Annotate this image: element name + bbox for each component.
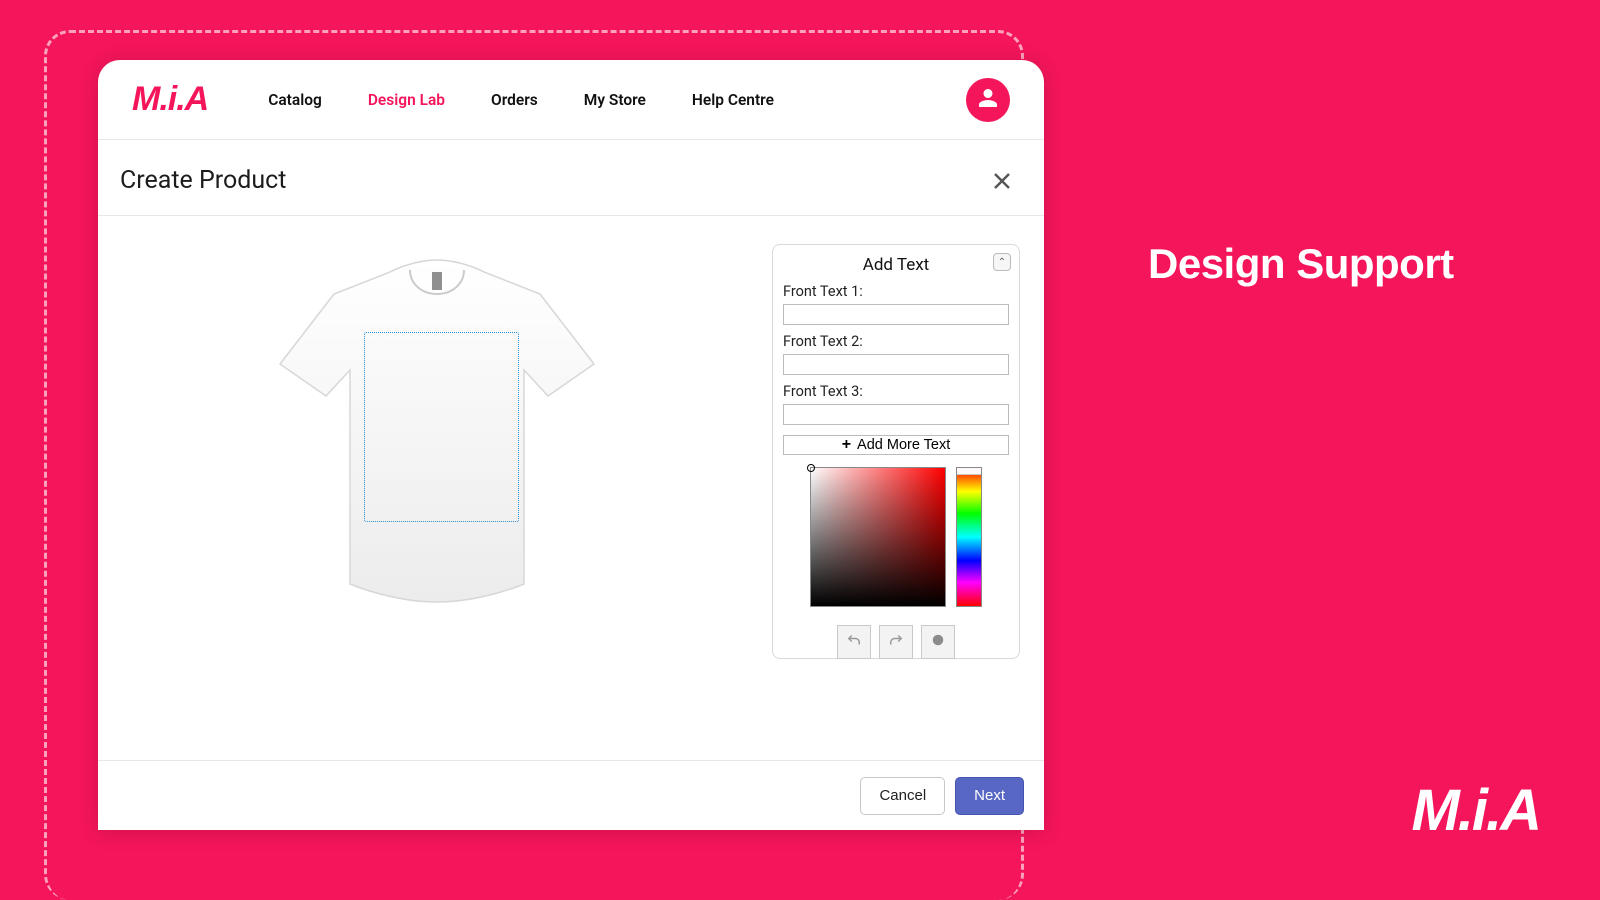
color-hue-slider[interactable] [956,467,982,607]
close-button[interactable] [990,169,1014,193]
redo-icon [887,631,905,653]
marketing-footer-logo: M.i.A [1411,777,1540,844]
chevron-up-icon: ⌃ [998,257,1006,268]
front-text-3-input[interactable] [783,404,1009,425]
redo-button[interactable] [879,625,913,659]
stage: M.i.A Catalog Design Lab Orders My Store… [0,0,1600,900]
front-text-2-input[interactable] [783,354,1009,375]
add-more-text-button[interactable]: + Add More Text [783,435,1009,455]
modal-footer: Cancel Next [98,760,1044,830]
add-text-panel: Add Text ⌃ Front Text 1: Front Text 2: F… [772,244,1020,659]
close-icon [990,178,1014,197]
modal-header: Create Product [98,140,1044,216]
front-text-1-label: Front Text 1: [783,283,1009,300]
undo-icon [845,631,863,653]
panel-collapse-button[interactable]: ⌃ [993,253,1011,271]
main-nav: Catalog Design Lab Orders My Store Help … [268,91,774,109]
front-text-1-input[interactable] [783,304,1009,325]
next-button[interactable]: Next [955,777,1024,815]
product-canvas[interactable] [122,244,752,760]
panel-title: Add Text [863,255,929,275]
front-text-3-label: Front Text 3: [783,383,1009,400]
nav-item-catalog[interactable]: Catalog [268,91,322,109]
nav-item-design-lab[interactable]: Design Lab [368,91,445,109]
plus-icon: + [842,436,851,454]
user-icon [977,87,999,113]
color-picker [783,467,1009,607]
page-title: Create Product [120,166,286,195]
workspace: Add Text ⌃ Front Text 1: Front Text 2: F… [98,216,1044,760]
brand-logo[interactable]: M.i.A [132,80,208,119]
account-button[interactable] [966,78,1010,122]
topbar: M.i.A Catalog Design Lab Orders My Store… [98,60,1044,140]
color-saturation-panel[interactable] [810,467,946,607]
tshirt-preview [272,254,602,614]
color-cursor[interactable] [807,464,815,472]
nav-item-orders[interactable]: Orders [491,91,538,109]
circle-icon [929,631,947,653]
add-more-text-label: Add More Text [857,437,950,453]
undo-button[interactable] [837,625,871,659]
marketing-headline: Design Support [1148,240,1454,288]
nav-item-my-store[interactable]: My Store [584,91,646,109]
nav-item-help-centre[interactable]: Help Centre [692,91,774,109]
cancel-button[interactable]: Cancel [860,777,945,815]
transform-tool-row [783,625,1009,659]
reset-button[interactable] [921,625,955,659]
front-text-2-label: Front Text 2: [783,333,1009,350]
print-area-outline[interactable] [364,332,519,522]
app-window: M.i.A Catalog Design Lab Orders My Store… [98,60,1044,830]
